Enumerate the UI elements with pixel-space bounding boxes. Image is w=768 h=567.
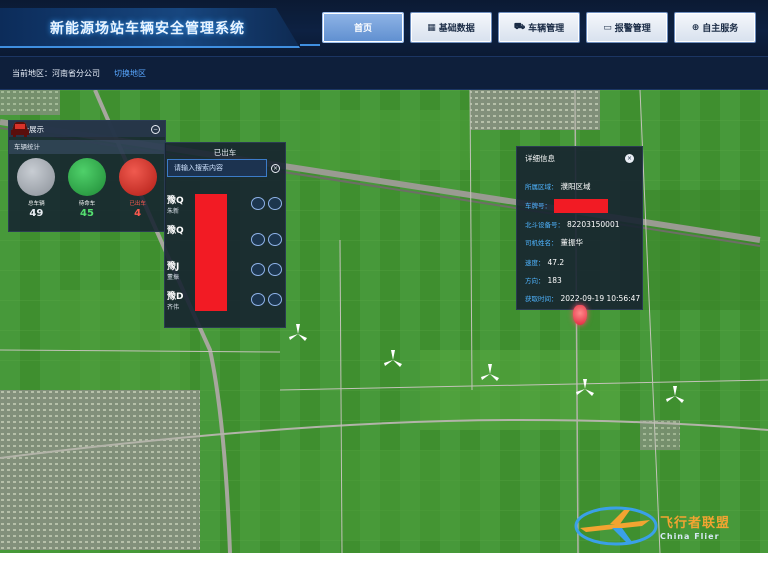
car-icon [11, 122, 56, 196]
satellite-map[interactable]: 统计展示 − 车辆统计 总车辆 49 待命车 45 已出车 4 已出车 请输入搜… [0, 90, 768, 553]
driver-name: 齐伟 [167, 304, 180, 311]
locate-icon[interactable] [251, 293, 265, 306]
stat-row: 总车辆 49 待命车 45 已出车 4 [9, 122, 165, 219]
stat-dispatched-label: 已出车 [129, 201, 146, 207]
track-icon[interactable] [268, 293, 282, 306]
car-icon [11, 122, 106, 196]
vehicle-plate: 豫Q [167, 226, 184, 236]
stat-total-label: 总车辆 [28, 201, 45, 207]
database-icon: ▦ [427, 22, 436, 33]
detail-head: 详细信息 × [517, 147, 642, 169]
collapse-icon[interactable]: − [151, 124, 160, 134]
detail-title: 详细信息 [525, 153, 555, 163]
detail-direction-value: 183 [547, 276, 562, 285]
region-bar: 当前地区：河南省分公司 切换地区 [0, 56, 768, 90]
stat-total[interactable]: 总车辆 49 [11, 122, 59, 219]
detail-speed-value: 47.2 [547, 258, 565, 267]
redaction-block [195, 194, 227, 311]
track-icon[interactable] [268, 263, 282, 276]
nav-home-label: 首页 [353, 24, 372, 34]
detail-region-label: 所属区域： [525, 183, 558, 191]
stat-dispatched-value: 4 [134, 208, 142, 219]
detail-plate: 车牌号： [525, 199, 608, 213]
title-accent [300, 44, 320, 46]
plate-redaction [554, 199, 608, 213]
nav-home[interactable]: 首页 [322, 12, 404, 43]
stats-panel: 统计展示 − 车辆统计 总车辆 49 待命车 45 已出车 4 [8, 120, 166, 232]
vehicle-actions [251, 233, 282, 246]
service-icon: ⊕ [691, 22, 700, 33]
vehicle-plate: 豫Q [167, 196, 184, 206]
vehicle-plate: 豫J [167, 262, 180, 272]
car-icon [11, 122, 157, 196]
detail-device-label: 北斗设备号： [525, 221, 564, 229]
vehicle-actions [251, 293, 282, 306]
nav-base-data-label: 基础数据 [438, 24, 475, 34]
main-nav: 首页 ▦ 基础数据 ⛟ 车辆管理 ▭ 报警管理 ⊕ 自主服务 [322, 12, 756, 43]
detail-region-value: 濮阳区域 [560, 182, 591, 191]
stats-panel-head: 统计展示 − [9, 121, 165, 137]
locate-icon[interactable] [251, 197, 265, 210]
vehicle-actions [251, 197, 282, 210]
stat-dispatched[interactable]: 已出车 4 [11, 122, 161, 219]
app-title: 新能源场站车辆安全管理系统 [50, 21, 245, 37]
detail-region: 所属区域： 濮阳区域 [525, 181, 591, 192]
vehicle-actions [251, 263, 282, 276]
detail-driver-value: 董振华 [560, 238, 584, 247]
close-icon[interactable]: × [625, 153, 634, 163]
nav-vehicle-mgmt[interactable]: ⛟ 车辆管理 [498, 12, 580, 43]
driver-name: 董振 [167, 274, 180, 281]
app-header: 新能源场站车辆安全管理系统 首页 ▦ 基础数据 ⛟ 车辆管理 ▭ 报警管理 ⊕ … [0, 0, 768, 56]
track-icon[interactable] [268, 233, 282, 246]
stat-standby-value: 45 [80, 208, 94, 219]
search-row: × [165, 159, 285, 177]
nav-self-service-label: 自主服务 [702, 24, 739, 34]
nav-base-data[interactable]: ▦ 基础数据 [410, 12, 492, 43]
detail-time-label: 获取时间： [525, 295, 558, 303]
stat-total-value: 49 [29, 208, 44, 219]
stat-standby-label: 待命车 [78, 201, 96, 207]
locate-icon[interactable] [251, 263, 265, 276]
dispatched-list-title: 已出车 [213, 148, 237, 157]
detail-speed-label: 速度： [525, 259, 545, 267]
footer-strip [0, 553, 768, 567]
current-region: 当前地区：河南省分公司 [12, 68, 100, 78]
detail-speed: 速度： 47.2 [525, 257, 564, 267]
detail-driver: 司机姓名： 董振华 [525, 237, 583, 248]
vehicle-marker-icon[interactable] [573, 305, 587, 325]
detail-direction: 方向： 183 [525, 275, 562, 285]
watermark-subtext: China Flier [660, 532, 720, 541]
vehicle-plate: 豫D [167, 292, 184, 302]
detail-time: 获取时间： 2022-09-19 10:56:47 [525, 293, 640, 303]
watermark: 飞行者联盟 China Flier [572, 502, 762, 552]
car-icon: ⛟ [513, 22, 526, 32]
detail-direction-label: 方向： [525, 277, 545, 285]
plane-logo-icon [574, 506, 658, 546]
detail-plate-label: 车牌号： [525, 202, 551, 210]
stat-standby[interactable]: 待命车 45 [11, 122, 110, 219]
detail-device-value: 82203150001 [567, 220, 620, 229]
search-input[interactable] [167, 159, 267, 177]
close-icon[interactable]: × [271, 163, 280, 173]
vehicle-detail-popup: 详细信息 × 所属区域： 濮阳区域 车牌号： 北斗设备号： 82203150001 … [516, 146, 643, 310]
locate-icon[interactable] [251, 233, 265, 246]
detail-driver-label: 司机姓名： [525, 239, 558, 247]
detail-time-value: 2022-09-19 10:56:47 [560, 294, 641, 303]
detail-device: 北斗设备号： 82203150001 [525, 219, 620, 229]
watermark-text: 飞行者联盟 [660, 516, 731, 531]
vehicle-stats-heading: 车辆统计 [9, 140, 165, 154]
nav-self-service[interactable]: ⊕ 自主服务 [674, 12, 756, 43]
switch-region-link[interactable]: 切换地区 [114, 68, 146, 79]
alarm-icon: ▭ [603, 22, 612, 33]
nav-alarm-mgmt-label: 报警管理 [614, 24, 651, 34]
nav-vehicle-mgmt-label: 车辆管理 [528, 24, 565, 34]
track-icon[interactable] [268, 197, 282, 210]
nav-alarm-mgmt[interactable]: ▭ 报警管理 [586, 12, 668, 43]
driver-name: 朱新 [167, 208, 180, 215]
